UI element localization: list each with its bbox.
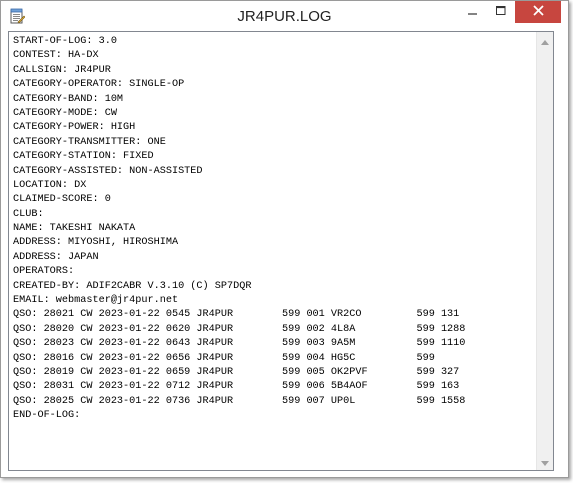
- text-line: CATEGORY-STATION: FIXED: [13, 151, 154, 163]
- text-line: QSO: 28021 CW 2023-01-22 0545 JR4PUR 599…: [13, 309, 460, 321]
- minimize-icon: [468, 3, 478, 21]
- close-icon: [532, 3, 544, 21]
- chevron-up-icon: [541, 32, 549, 50]
- text-line: QSO: 28019 CW 2023-01-22 0659 JR4PUR 599…: [13, 366, 460, 378]
- text-line: NAME: TAKESHI NAKATA: [13, 223, 136, 235]
- text-line: ADDRESS: MIYOSHI, HIROSHIMA: [13, 237, 179, 249]
- text-line: CLUB:: [13, 208, 44, 220]
- text-line: CATEGORY-OPERATOR: SINGLE-OP: [13, 79, 185, 91]
- text-line: CLAIMED-SCORE: 0: [13, 194, 111, 206]
- scroll-up-button[interactable]: [537, 32, 553, 49]
- text-line: QSO: 28020 CW 2023-01-22 0620 JR4PUR 599…: [13, 323, 466, 335]
- notepad-window: JR4PUR.LOG START-OF-LOG: 3.0 CONTEST: HA…: [0, 0, 569, 478]
- text-line: ADDRESS: JAPAN: [13, 251, 99, 263]
- text-line: LOCATION: DX: [13, 179, 87, 191]
- text-line: START-OF-LOG: 3.0: [13, 36, 117, 47]
- text-line: CALLSIGN: JR4PUR: [13, 64, 111, 76]
- text-line: QSO: 28031 CW 2023-01-22 0712 JR4PUR 599…: [13, 381, 460, 393]
- text-line: QSO: 28016 CW 2023-01-22 0656 JR4PUR 599…: [13, 352, 435, 364]
- text-line: CATEGORY-ASSISTED: NON-ASSISTED: [13, 165, 203, 177]
- scroll-down-button[interactable]: [537, 453, 553, 470]
- text-line: CATEGORY-TRANSMITTER: ONE: [13, 136, 166, 148]
- maximize-button[interactable]: [487, 1, 515, 23]
- text-line: CATEGORY-MODE: CW: [13, 107, 117, 119]
- text-line: QSO: 28025 CW 2023-01-22 0736 JR4PUR 599…: [13, 395, 466, 407]
- vertical-scrollbar[interactable]: [536, 32, 553, 470]
- text-line: OPERATORS:: [13, 266, 75, 278]
- text-line: EMAIL: webmaster@jr4pur.net: [13, 295, 179, 307]
- minimize-button[interactable]: [459, 1, 487, 23]
- title-bar[interactable]: JR4PUR.LOG: [1, 1, 568, 31]
- maximize-icon: [496, 3, 506, 21]
- text-line: QSO: 28023 CW 2023-01-22 0643 JR4PUR 599…: [13, 338, 466, 350]
- chevron-down-icon: [541, 453, 549, 471]
- text-editor[interactable]: START-OF-LOG: 3.0 CONTEST: HA-DX CALLSIGN:…: [9, 32, 537, 470]
- text-line: CREATED-BY: ADIF2CABR V.3.10 (C) SP7DQR: [13, 280, 252, 292]
- text-line: CATEGORY-POWER: HIGH: [13, 122, 136, 134]
- text-line: CONTEST: HA-DX: [13, 50, 99, 62]
- editor-area: START-OF-LOG: 3.0 CONTEST: HA-DX CALLSIGN:…: [8, 31, 554, 471]
- close-button[interactable]: [515, 1, 561, 23]
- text-line: CATEGORY-BAND: 10M: [13, 93, 124, 105]
- text-line: END-OF-LOG:: [13, 410, 81, 422]
